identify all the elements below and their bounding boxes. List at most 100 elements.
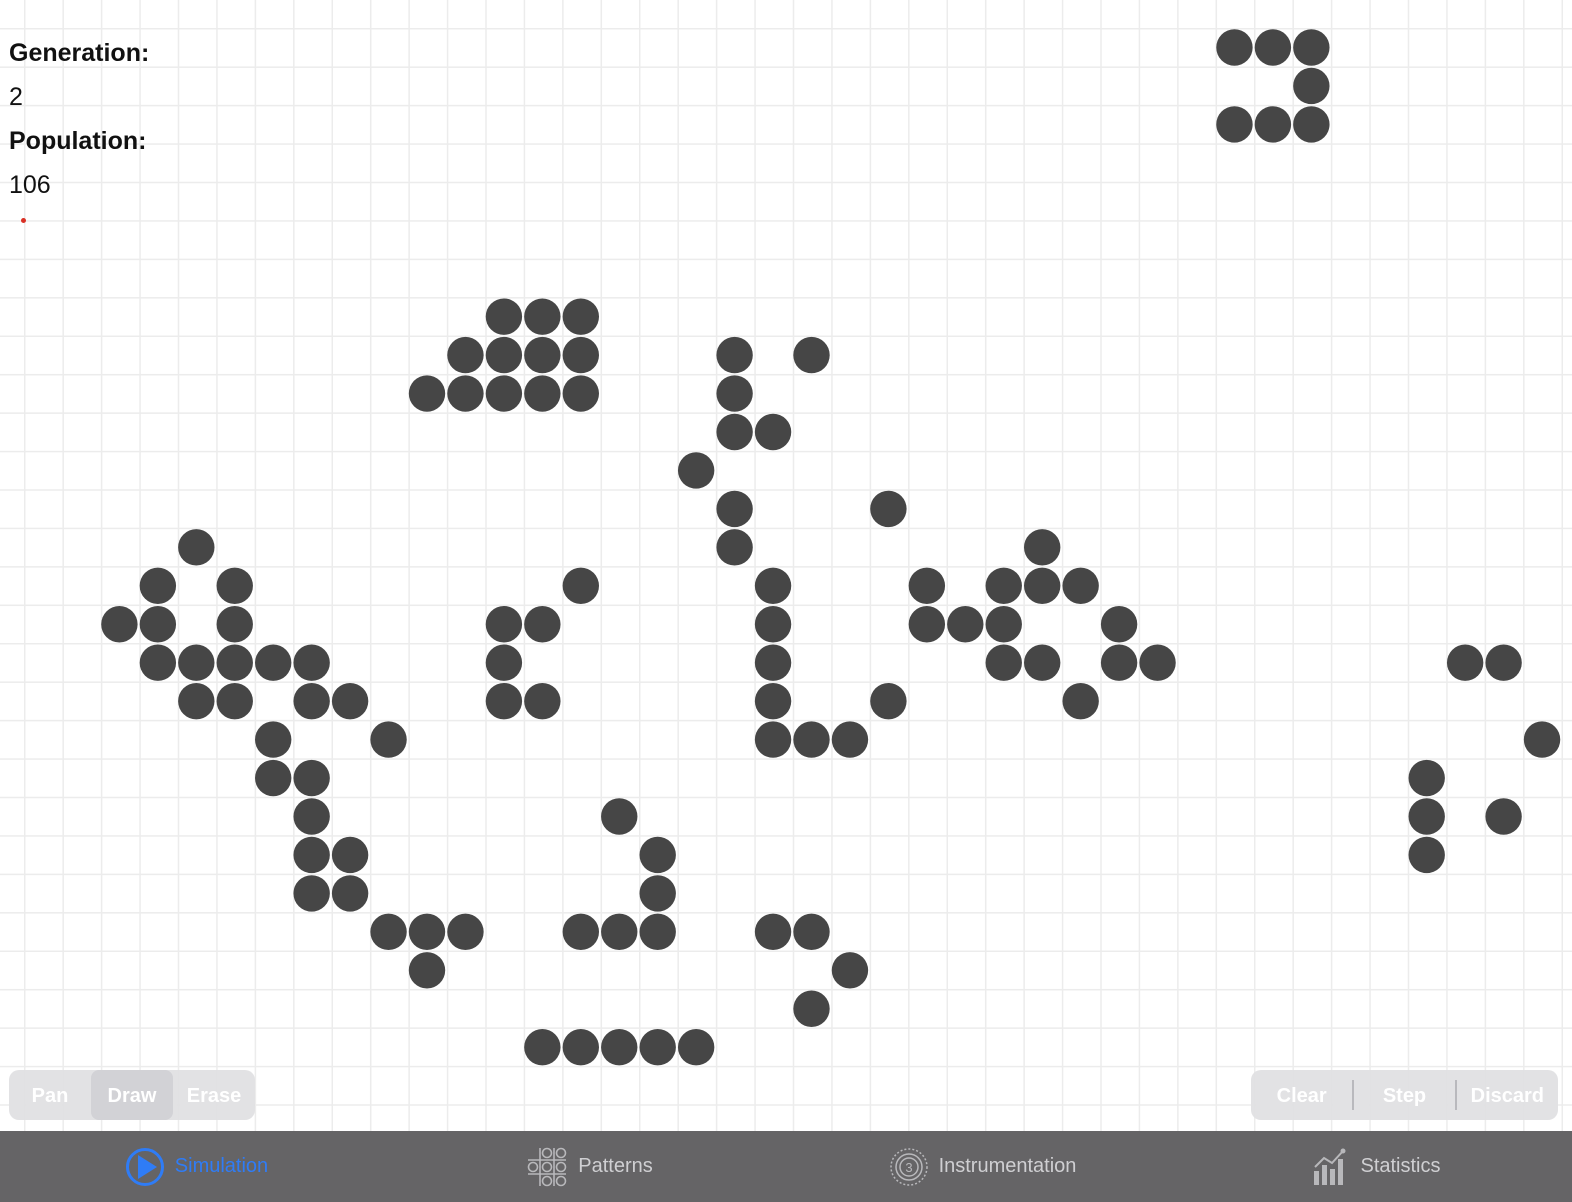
live-cell[interactable]	[331, 682, 369, 720]
live-cell[interactable]	[639, 836, 676, 874]
live-cell[interactable]	[524, 682, 561, 720]
live-cell[interactable]	[908, 567, 946, 604]
live-cell[interactable]	[1485, 644, 1522, 681]
draw-mode-button[interactable]: Draw	[91, 1070, 173, 1120]
live-cell[interactable]	[408, 375, 446, 412]
live-cell[interactable]	[370, 721, 407, 758]
live-cell[interactable]	[216, 567, 253, 604]
step-button[interactable]: Step	[1354, 1070, 1455, 1120]
live-cell[interactable]	[139, 606, 177, 643]
live-cell[interactable]	[754, 682, 792, 720]
live-cell[interactable]	[447, 375, 484, 412]
live-cell[interactable]	[562, 567, 599, 604]
live-cell[interactable]	[293, 798, 330, 835]
live-cell[interactable]	[754, 721, 792, 758]
live-cell[interactable]	[793, 913, 830, 951]
live-cell[interactable]	[716, 413, 753, 451]
live-cell[interactable]	[1100, 644, 1138, 681]
live-cell[interactable]	[485, 644, 523, 681]
live-cell[interactable]	[754, 413, 792, 451]
live-cell[interactable]	[216, 682, 253, 720]
live-cell[interactable]	[331, 836, 369, 874]
live-cell[interactable]	[1408, 836, 1445, 874]
live-cell[interactable]	[485, 682, 523, 720]
live-cell[interactable]	[485, 298, 523, 335]
live-cell[interactable]	[601, 1029, 638, 1066]
tab-patterns[interactable]: Patterns	[393, 1131, 786, 1202]
live-cell[interactable]	[870, 682, 907, 720]
live-cell[interactable]	[293, 759, 330, 797]
live-cell[interactable]	[716, 336, 753, 374]
clear-button[interactable]: Clear	[1251, 1070, 1352, 1120]
live-cell[interactable]	[985, 606, 1022, 643]
live-cell[interactable]	[716, 529, 753, 566]
live-cell[interactable]	[1216, 29, 1253, 66]
live-cell[interactable]	[793, 336, 830, 374]
live-cell[interactable]	[562, 375, 599, 412]
live-cell[interactable]	[947, 606, 984, 643]
live-cell[interactable]	[1293, 106, 1330, 143]
live-cell[interactable]	[677, 1029, 715, 1066]
live-cell[interactable]	[485, 336, 523, 374]
erase-mode-button[interactable]: Erase	[173, 1070, 255, 1120]
live-cell[interactable]	[1100, 606, 1138, 643]
live-cell[interactable]	[524, 375, 561, 412]
live-cell[interactable]	[1254, 29, 1292, 66]
live-cell[interactable]	[562, 913, 599, 951]
live-cell[interactable]	[1023, 644, 1061, 681]
live-cell[interactable]	[985, 567, 1022, 604]
live-cell[interactable]	[1523, 721, 1561, 758]
live-cell[interactable]	[754, 606, 792, 643]
live-cell[interactable]	[255, 721, 292, 758]
live-cell[interactable]	[639, 1029, 676, 1066]
live-cell[interactable]	[562, 298, 599, 335]
live-cell[interactable]	[524, 1029, 561, 1066]
live-cell[interactable]	[793, 990, 830, 1027]
live-cell[interactable]	[331, 875, 369, 912]
live-cell[interactable]	[831, 721, 869, 758]
live-cell[interactable]	[754, 644, 792, 681]
pan-mode-button[interactable]: Pan	[9, 1070, 91, 1120]
live-cell[interactable]	[408, 913, 446, 951]
live-cell[interactable]	[255, 644, 292, 681]
live-cell[interactable]	[1216, 106, 1253, 143]
live-cell[interactable]	[562, 1029, 599, 1066]
live-cell[interactable]	[485, 606, 523, 643]
live-cell[interactable]	[178, 644, 215, 681]
live-cell[interactable]	[754, 913, 792, 951]
live-cell[interactable]	[1139, 644, 1176, 681]
live-cell[interactable]	[716, 490, 753, 528]
live-cell[interactable]	[639, 913, 676, 951]
live-cell[interactable]	[293, 682, 330, 720]
live-cell[interactable]	[101, 606, 138, 643]
live-cell[interactable]	[1293, 67, 1330, 105]
live-cell[interactable]	[178, 529, 215, 566]
live-cell[interactable]	[908, 606, 946, 643]
tab-statistics[interactable]: Statistics	[1179, 1131, 1572, 1202]
live-cell[interactable]	[485, 375, 523, 412]
live-cell[interactable]	[1062, 682, 1099, 720]
live-cell[interactable]	[139, 567, 177, 604]
live-cell[interactable]	[793, 721, 830, 758]
live-cell[interactable]	[447, 336, 484, 374]
life-grid-board[interactable]	[0, 0, 1572, 1131]
live-cell[interactable]	[178, 682, 215, 720]
live-cell[interactable]	[1485, 798, 1522, 835]
live-cell[interactable]	[255, 759, 292, 797]
live-cell[interactable]	[293, 875, 330, 912]
live-cell[interactable]	[293, 836, 330, 874]
live-cell[interactable]	[524, 336, 561, 374]
live-cell[interactable]	[524, 606, 561, 643]
tab-simulation[interactable]: Simulation	[0, 1131, 393, 1202]
live-cell[interactable]	[985, 644, 1022, 681]
live-cell[interactable]	[1023, 567, 1061, 604]
live-cell[interactable]	[1408, 798, 1445, 835]
live-cell[interactable]	[1408, 759, 1445, 797]
live-cell[interactable]	[293, 644, 330, 681]
live-cell[interactable]	[870, 490, 907, 528]
live-cell[interactable]	[524, 298, 561, 335]
tab-instrumentation[interactable]: 3 Instrumentation	[786, 1131, 1179, 1202]
live-cell[interactable]	[601, 798, 638, 835]
live-cell[interactable]	[1062, 567, 1099, 604]
live-cell[interactable]	[1023, 529, 1061, 566]
